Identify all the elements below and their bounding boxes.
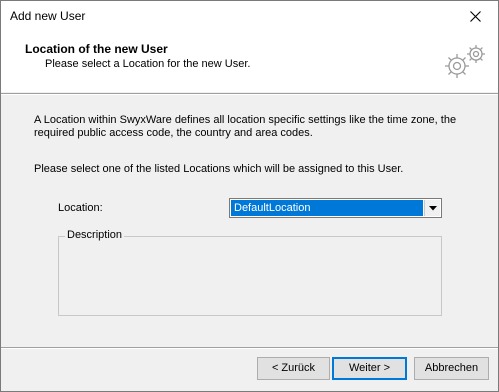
next-button[interactable]: Weiter >	[332, 357, 407, 380]
window-title: Add new User	[10, 9, 86, 23]
cancel-button[interactable]: Abbrechen	[414, 357, 489, 380]
title-bar: Add new User	[1, 1, 498, 32]
wizard-header: Location of the new User Please select a…	[1, 32, 498, 92]
dropdown-button[interactable]	[424, 200, 440, 216]
close-button[interactable]	[452, 1, 498, 32]
description-groupbox	[58, 236, 442, 316]
location-select[interactable]: DefaultLocation	[229, 198, 442, 218]
page-title: Location of the new User	[25, 42, 168, 56]
chevron-down-icon	[428, 205, 437, 210]
location-label: Location:	[58, 202, 103, 214]
gears-icon	[441, 40, 491, 84]
instruction-text: Please select one of the listed Location…	[34, 163, 404, 175]
page-subtitle: Please select a Location for the new Use…	[45, 58, 251, 70]
header-divider-highlight	[1, 94, 498, 95]
footer-divider-highlight	[1, 348, 498, 349]
add-user-dialog: Add new User Location of the new User Pl…	[0, 0, 499, 392]
description-label: Description	[65, 229, 125, 241]
intro-text: A Location within SwyxWare defines all l…	[34, 114, 457, 139]
back-button[interactable]: < Zurück	[257, 357, 330, 380]
location-selected-value: DefaultLocation	[231, 200, 423, 216]
close-icon	[469, 11, 481, 22]
